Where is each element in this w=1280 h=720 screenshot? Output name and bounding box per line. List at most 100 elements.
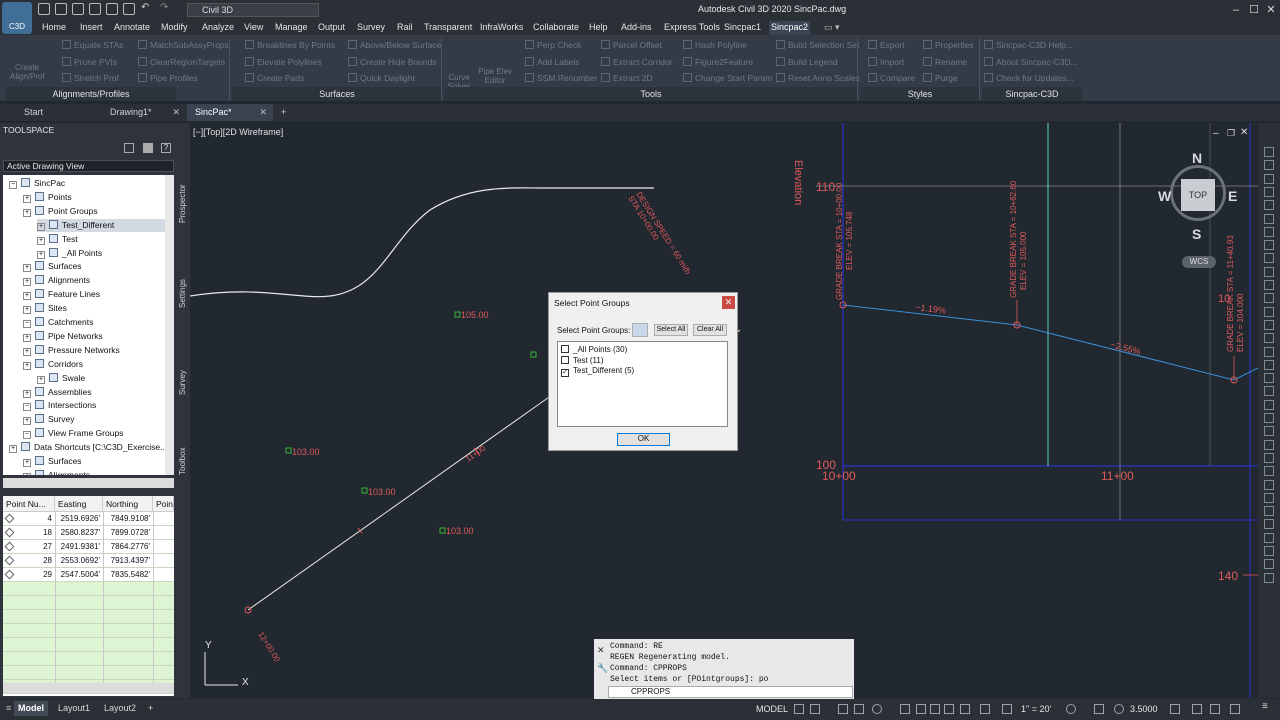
ribbon-button-col11-2[interactable]: Check for Updates... bbox=[984, 73, 1073, 83]
expand-icon[interactable]: + bbox=[37, 222, 45, 231]
viewport-restore-button[interactable]: ❐ bbox=[1227, 128, 1235, 139]
save-as-icon[interactable] bbox=[89, 3, 101, 15]
ribbon-button-col6-0[interactable]: Parcel Offset bbox=[601, 40, 662, 50]
ribbon-button-col4-1[interactable]: Create Hide Bounds bbox=[348, 56, 437, 67]
ribbon-button-col1-0[interactable]: Equate STAs bbox=[62, 40, 123, 50]
ribbon-button-col6-1[interactable]: Extract Corridor bbox=[601, 56, 673, 67]
expand-icon[interactable]: − bbox=[9, 181, 17, 189]
ribbon-button-col5-0[interactable]: Perp Check bbox=[525, 40, 581, 50]
toolbar-icon[interactable] bbox=[1264, 186, 1274, 197]
surfaces-panel[interactable]: Surfaces bbox=[232, 87, 442, 101]
ribbon-button-col2-2[interactable]: Pipe Profiles bbox=[138, 73, 198, 83]
toolbar-icon[interactable] bbox=[1264, 280, 1274, 290]
ribbon-tab-collaborate[interactable]: Collaborate bbox=[531, 21, 581, 35]
expand-icon[interactable]: + bbox=[23, 347, 31, 356]
table-row[interactable]: 28 2553.0692' 7913.4397' bbox=[3, 554, 174, 568]
ribbon-tab-sincpac1[interactable]: Sincpac1 bbox=[722, 21, 763, 35]
ribbon-options-icon[interactable]: ▭ ▾ bbox=[822, 21, 842, 35]
side-tab-survey[interactable]: Survey bbox=[177, 335, 189, 395]
ribbon-button-col8-1[interactable]: Build Legend bbox=[776, 56, 838, 67]
ribbon-tab-insert[interactable]: Insert bbox=[78, 21, 105, 35]
ribbon-tab-add-ins[interactable]: Add-ins bbox=[619, 21, 654, 35]
toolbar-icon[interactable] bbox=[1264, 439, 1274, 450]
tree-item[interactable]: + Pipe Networks bbox=[23, 330, 103, 343]
save-icon[interactable] bbox=[72, 3, 84, 15]
toolbar-icon[interactable] bbox=[1264, 346, 1274, 357]
viewcube-top-face[interactable]: TOP bbox=[1181, 179, 1215, 211]
command-input[interactable]: CPPROPS bbox=[608, 686, 853, 698]
ribbon-tab-output[interactable]: Output bbox=[316, 21, 347, 35]
expand-icon[interactable]: + bbox=[37, 250, 45, 259]
viewcube-north[interactable]: N bbox=[1192, 150, 1202, 166]
expand-icon[interactable]: + bbox=[23, 208, 31, 217]
ribbon-tab-transparent[interactable]: Transparent bbox=[422, 21, 474, 35]
column-header[interactable]: Northing bbox=[103, 496, 153, 512]
tree-item[interactable]: + Survey bbox=[23, 413, 74, 426]
toolbar-icon[interactable] bbox=[1264, 213, 1274, 224]
alignments-profiles-panel[interactable]: Alignments/Profiles bbox=[6, 87, 176, 101]
minimize-button[interactable]: – bbox=[1228, 2, 1244, 18]
ribbon-button-col3-2[interactable]: Create Pads bbox=[245, 73, 304, 83]
ribbon-button-col10-1[interactable]: Rename bbox=[923, 56, 967, 67]
table-row[interactable]: 18 2580.8237' 7899.0728' bbox=[3, 526, 174, 540]
dialog-close-button[interactable]: ✕ bbox=[722, 296, 735, 309]
expand-icon[interactable]: + bbox=[23, 264, 31, 273]
expand-icon[interactable]: + bbox=[37, 375, 45, 384]
table-row[interactable]: 4 2519.6926' 7849.9108' bbox=[3, 512, 174, 526]
ribbon-tab-infraworks[interactable]: InfraWorks bbox=[478, 21, 525, 35]
table-row[interactable]: 27 2491.9381' 7864.2776' bbox=[3, 540, 174, 554]
wrench-icon[interactable]: 🔧 bbox=[597, 663, 608, 674]
column-header[interactable]: Point Nu... bbox=[3, 496, 55, 512]
expand-icon[interactable]: − bbox=[23, 403, 31, 412]
tools-panel[interactable]: Tools bbox=[444, 87, 858, 101]
help-icon[interactable]: ? bbox=[161, 143, 171, 153]
ribbon-button-col5-2[interactable]: SSM Renumber bbox=[525, 73, 597, 83]
expand-icon[interactable]: + bbox=[23, 361, 31, 370]
elevation-value[interactable]: 3.5000 bbox=[1130, 702, 1158, 717]
toolbar-icon[interactable] bbox=[1264, 319, 1274, 330]
new-layout-button[interactable]: + bbox=[144, 701, 157, 716]
toolbar-icon[interactable] bbox=[1264, 399, 1274, 410]
web-icon[interactable] bbox=[106, 3, 118, 15]
expand-icon[interactable]: + bbox=[23, 333, 31, 342]
toolbar-icon[interactable] bbox=[1264, 266, 1274, 277]
toolbar-icon[interactable] bbox=[1264, 413, 1274, 423]
viewcube-east[interactable]: E bbox=[1228, 188, 1237, 204]
toolbar-icon[interactable] bbox=[1264, 306, 1274, 317]
globe-icon[interactable] bbox=[1114, 704, 1124, 714]
tree-item[interactable]: + Sites bbox=[23, 302, 67, 315]
toolbar-icon[interactable] bbox=[1264, 479, 1274, 490]
tree-item[interactable]: − View Frame Groups bbox=[23, 427, 123, 440]
ribbon-tab-annotate[interactable]: Annotate bbox=[112, 21, 152, 35]
expand-icon[interactable]: + bbox=[23, 459, 31, 467]
toolbar-icon[interactable] bbox=[1264, 492, 1274, 503]
ribbon-tab-manage[interactable]: Manage bbox=[273, 21, 310, 35]
ribbon-tab-express-tools[interactable]: Express Tools bbox=[662, 21, 722, 35]
toolbar-icon[interactable] bbox=[1264, 253, 1274, 264]
table-row[interactable]: 29 2547.5004' 7835.5482' bbox=[3, 568, 174, 582]
ortho-icon[interactable] bbox=[838, 704, 848, 714]
toolbar-icon[interactable] bbox=[1264, 373, 1274, 384]
styles-panel[interactable]: Styles bbox=[860, 87, 980, 101]
ribbon-button-col9-2[interactable]: Compare bbox=[868, 73, 915, 83]
viewport-close-button[interactable]: ✕ bbox=[1240, 127, 1248, 138]
doc-tab-start[interactable]: Start bbox=[16, 104, 86, 121]
expand-icon[interactable]: + bbox=[9, 445, 17, 454]
checkbox[interactable]: ✓ bbox=[561, 369, 569, 377]
tree-item[interactable]: + Alignments bbox=[23, 274, 90, 287]
tree-item[interactable]: − SincPac bbox=[9, 177, 65, 190]
toolbar-icon[interactable] bbox=[1264, 240, 1274, 251]
ribbon-button-col7-1[interactable]: Figure2Feature bbox=[683, 56, 753, 67]
close-icon[interactable]: ✕ bbox=[597, 645, 605, 656]
toolbar-icon[interactable] bbox=[1264, 546, 1274, 556]
tree-item[interactable]: + Surfaces bbox=[23, 455, 82, 468]
layout-tab-model[interactable]: Model bbox=[14, 701, 48, 716]
toolbar-icon[interactable] bbox=[1264, 173, 1274, 184]
tabs-menu-icon[interactable]: ≡ bbox=[6, 703, 11, 713]
toolbar-icon[interactable] bbox=[1264, 572, 1274, 583]
toolspace-toggle-icon[interactable] bbox=[124, 143, 134, 153]
ribbon-button-col5-1[interactable]: Add Labels bbox=[525, 56, 580, 67]
expand-icon[interactable]: + bbox=[23, 278, 31, 287]
layout-tab-layout1[interactable]: Layout1 bbox=[54, 701, 94, 716]
tree-item[interactable]: + Pressure Networks bbox=[23, 344, 120, 357]
